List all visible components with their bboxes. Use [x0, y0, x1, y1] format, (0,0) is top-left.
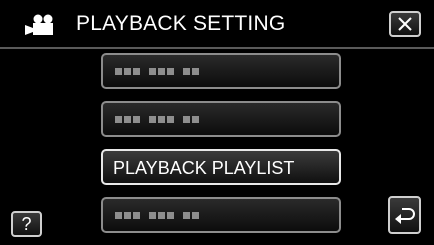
obscured-label-placeholder [115, 212, 201, 219]
menu-item-1[interactable] [101, 53, 341, 89]
playback-setting-screen: PLAYBACK SETTING PLAYBACK PLAYLIST ? [0, 0, 434, 245]
close-icon [398, 17, 412, 31]
header-divider [0, 47, 434, 49]
menu-item-playback-playlist[interactable]: PLAYBACK PLAYLIST [101, 149, 341, 185]
page-title: PLAYBACK SETTING [76, 12, 286, 35]
return-arrow-icon [394, 208, 415, 224]
obscured-label-placeholder [115, 68, 201, 75]
menu-item-2[interactable] [101, 101, 341, 137]
menu-item-label: PLAYBACK PLAYLIST [113, 158, 295, 178]
menu-item-4[interactable] [101, 197, 341, 233]
help-button[interactable]: ? [11, 211, 42, 237]
close-button[interactable] [389, 11, 421, 37]
back-button[interactable] [388, 196, 421, 234]
obscured-label-placeholder [115, 116, 201, 123]
header-bar: PLAYBACK SETTING [0, 0, 434, 47]
video-camera-icon [25, 14, 53, 35]
